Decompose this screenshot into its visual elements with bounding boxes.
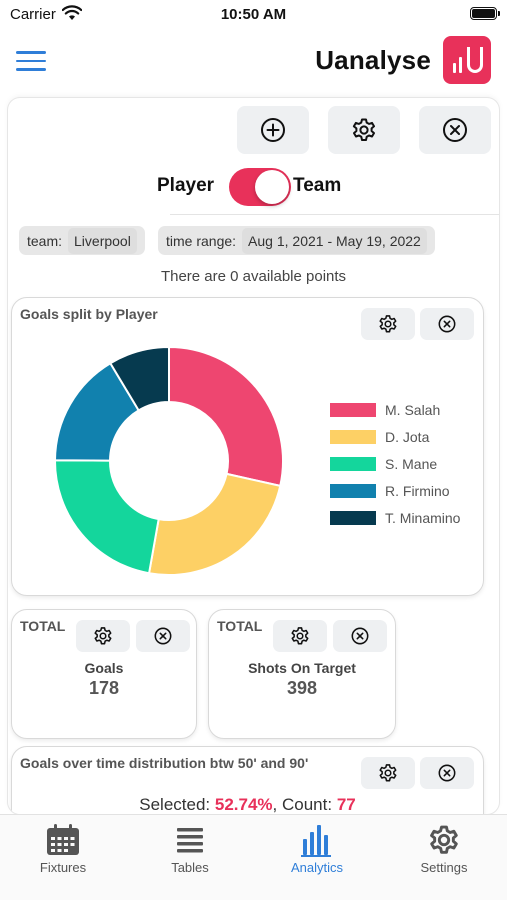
legend-label: M. Salah xyxy=(385,401,441,418)
gear-icon xyxy=(291,627,309,645)
legend-item[interactable]: M. Salah xyxy=(330,396,460,423)
card-settings-button[interactable] xyxy=(361,308,415,340)
settings-button[interactable] xyxy=(328,106,400,154)
legend-item[interactable]: R. Firmino xyxy=(330,477,460,504)
close-circle-icon xyxy=(351,627,369,645)
tab-bar: Fixtures Tables Analytics Settings xyxy=(0,814,507,900)
count-value: 77 xyxy=(336,795,356,814)
legend-swatch xyxy=(330,510,376,525)
switch-knob xyxy=(255,170,289,204)
stat-card-header: TOTAL xyxy=(217,618,263,634)
close-button[interactable] xyxy=(419,106,491,154)
card-close-button[interactable] xyxy=(420,757,474,789)
tab-label: Fixtures xyxy=(39,860,87,875)
stat-label: Goals xyxy=(84,660,124,676)
add-widget-button[interactable] xyxy=(237,106,309,154)
card-title: Goals over time distribution btw 50' and… xyxy=(20,755,309,771)
selection-summary: Selected: 52.74%, Count: 77 xyxy=(12,795,483,814)
count-label: , Count: xyxy=(272,795,333,814)
close-circle-icon xyxy=(438,764,456,782)
legend-label: D. Jota xyxy=(385,428,430,445)
tab-analytics[interactable]: Analytics xyxy=(254,815,380,885)
card-close-button[interactable] xyxy=(333,620,387,652)
pie-slice-0[interactable] xyxy=(168,345,284,488)
tab-settings[interactable]: Settings xyxy=(381,815,507,885)
stat-value: 178 xyxy=(88,678,120,698)
plus-circle-icon xyxy=(261,118,285,142)
tab-fixtures[interactable]: Fixtures xyxy=(0,815,126,885)
gear-icon xyxy=(379,315,397,333)
goals-distribution-card: Goals over time distribution btw 50' and… xyxy=(11,746,484,814)
available-points-text: There are 0 available points xyxy=(160,268,347,285)
legend-label: S. Mane xyxy=(385,455,438,472)
stat-value: 398 xyxy=(286,678,318,698)
stat-card-goals: TOTAL Goals 178 xyxy=(11,609,197,739)
tab-label: Settings xyxy=(420,860,468,875)
stat-label: Shots On Target xyxy=(248,660,356,676)
card-settings-button[interactable] xyxy=(76,620,130,652)
close-circle-icon xyxy=(438,315,456,333)
legend-label: R. Firmino xyxy=(385,482,450,499)
legend-swatch xyxy=(330,483,376,498)
legend-item[interactable]: D. Jota xyxy=(330,423,460,450)
gear-icon xyxy=(352,118,375,141)
divider xyxy=(170,214,499,215)
analytics-panel: Player Team team: Liverpool time range: … xyxy=(8,98,499,814)
team-filter-value: Liverpool xyxy=(68,227,137,254)
chart-legend: M. Salah D. Jota S. Mane R. Firmino T. Minam… xyxy=(330,396,460,531)
toggle-label-team: Team xyxy=(293,175,342,196)
card-settings-button[interactable] xyxy=(361,757,415,789)
tab-tables[interactable]: Tables xyxy=(127,815,253,885)
team-filter-label: team: xyxy=(27,232,63,249)
team-filter-chip[interactable]: team: Liverpool xyxy=(19,226,145,255)
gear-icon xyxy=(94,627,112,645)
gear-icon xyxy=(379,764,397,782)
clock: 10:50 AM xyxy=(220,6,287,23)
goals-split-card: Goals split by Player M. Salah D. Jota S. … xyxy=(11,297,484,596)
card-close-button[interactable] xyxy=(136,620,190,652)
bar-chart-icon xyxy=(299,823,335,857)
pie-slice-1[interactable] xyxy=(147,472,282,576)
stat-card-shots: TOTAL Shots On Target 398 xyxy=(208,609,396,739)
battery-icon xyxy=(470,7,500,20)
brand: Uanalyse xyxy=(315,36,491,84)
hamburger-icon[interactable] xyxy=(16,51,46,71)
tab-label: Analytics xyxy=(290,860,344,875)
legend-label: T. Minamino xyxy=(385,509,461,526)
legend-swatch xyxy=(330,402,376,417)
selected-value: 52.74% xyxy=(214,795,273,814)
calendar-icon xyxy=(45,823,81,857)
time-range-value: Aug 1, 2021 - May 19, 2022 xyxy=(242,227,427,254)
gear-icon xyxy=(426,823,462,857)
close-circle-icon xyxy=(443,118,467,142)
time-range-chip[interactable]: time range: Aug 1, 2021 - May 19, 2022 xyxy=(158,226,435,255)
legend-item[interactable]: S. Mane xyxy=(330,450,460,477)
legend-swatch xyxy=(330,456,376,471)
tab-label: Tables xyxy=(171,860,209,875)
player-team-switch[interactable] xyxy=(229,168,291,206)
toggle-label-player: Player xyxy=(157,175,215,196)
stat-card-header: TOTAL xyxy=(20,618,66,634)
card-title: Goals split by Player xyxy=(20,306,158,322)
card-close-button[interactable] xyxy=(420,308,474,340)
legend-item[interactable]: T. Minamino xyxy=(330,504,460,531)
doughnut-chart xyxy=(53,345,284,576)
close-circle-icon xyxy=(154,627,172,645)
brand-name: Uanalyse xyxy=(315,44,431,75)
list-icon xyxy=(172,823,208,857)
card-settings-button[interactable] xyxy=(273,620,327,652)
selected-label: Selected: xyxy=(139,795,211,814)
status-bar: Carrier 10:50 AM xyxy=(0,0,507,30)
uanalyse-logo xyxy=(443,36,491,84)
pie-slice-2[interactable] xyxy=(54,459,160,575)
time-range-label: time range: xyxy=(166,232,237,249)
player-team-toggle-row: Player Team xyxy=(8,166,499,208)
legend-swatch xyxy=(330,429,376,444)
